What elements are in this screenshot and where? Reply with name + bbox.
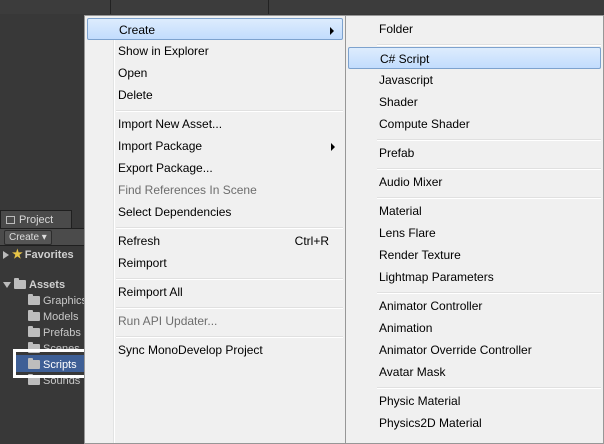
assets-item[interactable]: Assets: [3, 277, 65, 293]
menu-separator: [116, 227, 343, 229]
folder-item[interactable]: Models: [28, 309, 78, 325]
submenu-item-compute-shader[interactable]: Compute Shader: [348, 113, 601, 135]
submenu-item-animation[interactable]: Animation: [348, 317, 601, 339]
submenu-item-javascript[interactable]: Javascript: [348, 69, 601, 91]
menu-separator: [377, 139, 601, 141]
submenu-item-render-texture[interactable]: Render Texture: [348, 244, 601, 266]
menu-separator: [377, 197, 601, 199]
menu-separator: [377, 168, 601, 170]
toolbar-divider: [268, 0, 269, 14]
menu-item-refresh[interactable]: Refresh Ctrl+R: [87, 230, 343, 252]
shortcut-label: Ctrl+R: [294, 234, 329, 248]
folder-icon: [14, 277, 26, 289]
toolbar-divider: [110, 0, 111, 14]
create-dropdown-button[interactable]: Create ▾: [4, 230, 52, 245]
submenu-item-material[interactable]: Material: [348, 200, 601, 222]
menu-separator: [377, 44, 601, 46]
menu-item-reimport[interactable]: Reimport: [87, 252, 343, 274]
submenu-arrow-icon: [330, 27, 334, 35]
menu-item-import-new-asset[interactable]: Import New Asset...: [87, 113, 343, 135]
menu-item-import-package[interactable]: Import Package: [87, 135, 343, 157]
menu-separator: [116, 307, 343, 309]
submenu-item-csharp-script[interactable]: C# Script: [348, 47, 601, 69]
menu-item-sync-monodevelop[interactable]: Sync MonoDevelop Project: [87, 339, 343, 361]
menu-item-select-dependencies[interactable]: Select Dependencies: [87, 201, 343, 223]
menu-item-export-package[interactable]: Export Package...: [87, 157, 343, 179]
collapse-arrow-icon[interactable]: [3, 282, 11, 289]
submenu-item-animator-controller[interactable]: Animator Controller: [348, 295, 601, 317]
create-submenu: Folder C# Script Javascript Shader Compu…: [345, 15, 604, 444]
submenu-item-folder[interactable]: Folder: [348, 18, 601, 40]
menu-item-reimport-all[interactable]: Reimport All: [87, 281, 343, 303]
folder-icon: [28, 293, 40, 305]
submenu-item-animator-override-controller[interactable]: Animator Override Controller: [348, 339, 601, 361]
submenu-item-audio-mixer[interactable]: Audio Mixer: [348, 171, 601, 193]
menu-item-find-references: Find References In Scene: [118, 183, 257, 197]
menu-separator: [116, 336, 343, 338]
menu-item-delete[interactable]: Delete: [87, 84, 343, 106]
project-tab[interactable]: Project: [0, 210, 72, 228]
submenu-item-prefab[interactable]: Prefab: [348, 142, 601, 164]
folder-icon: [28, 309, 40, 321]
submenu-item-lens-flare[interactable]: Lens Flare: [348, 222, 601, 244]
expand-arrow-icon[interactable]: [3, 251, 9, 260]
folder-item[interactable]: Graphics: [28, 293, 87, 309]
folder-item[interactable]: Prefabs: [28, 325, 81, 341]
folder-icon: [28, 325, 40, 337]
menu-separator: [377, 292, 601, 294]
submenu-item-physic-material[interactable]: Physic Material: [348, 390, 601, 412]
menu-item-open[interactable]: Open: [87, 62, 343, 84]
submenu-item-lightmap-parameters[interactable]: Lightmap Parameters: [348, 266, 601, 288]
submenu-item-avatar-mask[interactable]: Avatar Mask: [348, 361, 601, 383]
star-icon: ★: [12, 247, 23, 261]
submenu-arrow-icon: [331, 143, 335, 151]
submenu-item-shader[interactable]: Shader: [348, 91, 601, 113]
menu-item-show-in-explorer[interactable]: Show in Explorer: [87, 40, 343, 62]
favorites-item[interactable]: ★ Favorites: [3, 246, 74, 262]
menu-separator: [377, 387, 601, 389]
project-tab-icon: [6, 216, 15, 224]
menu-separator: [116, 278, 343, 280]
asset-context-menu: Create Show in Explorer Open Delete Impo…: [84, 15, 346, 444]
project-tab-label: Project: [19, 214, 54, 226]
menu-item-create[interactable]: Create: [87, 18, 343, 40]
submenu-item-physics2d-material[interactable]: Physics2D Material: [348, 412, 601, 434]
menu-separator: [116, 110, 343, 112]
menu-item-run-api-updater: Run API Updater...: [118, 314, 218, 328]
